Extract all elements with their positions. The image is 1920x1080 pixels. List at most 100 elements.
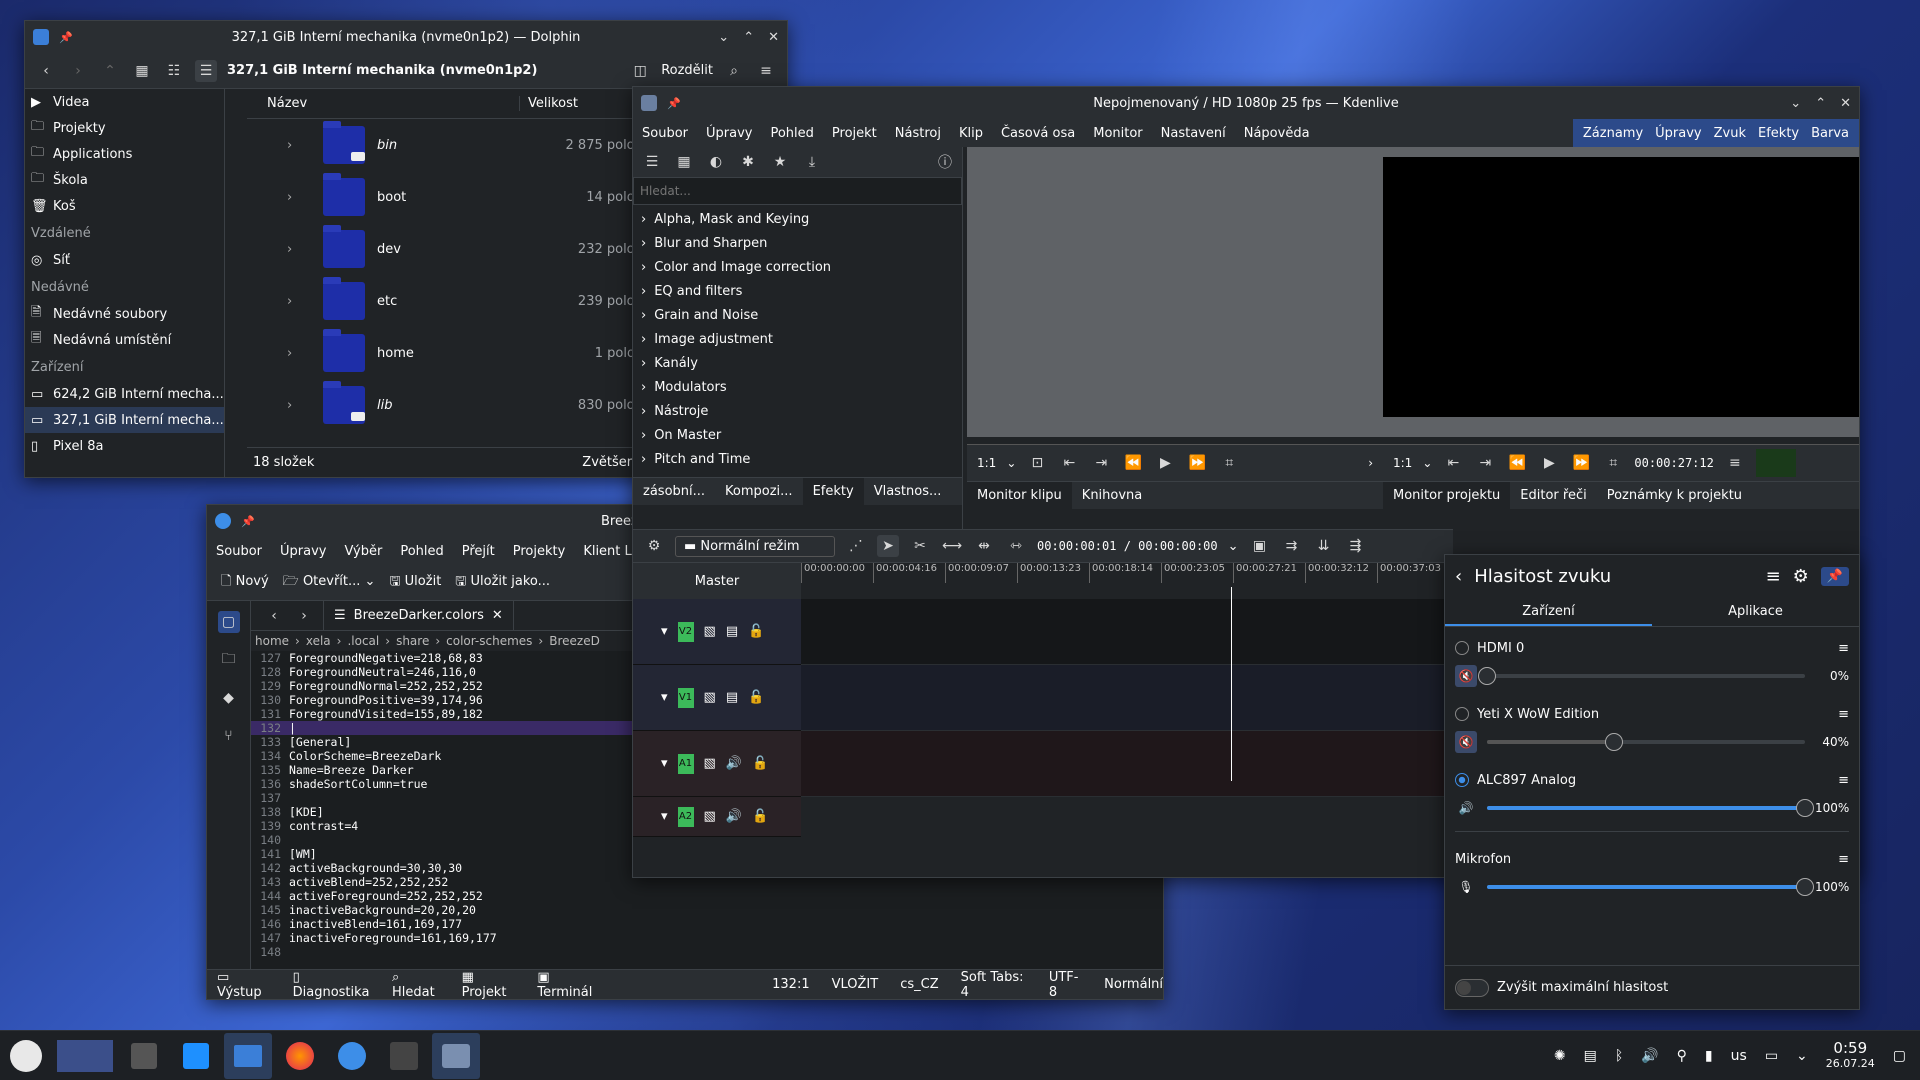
forward-icon[interactable]: › bbox=[293, 605, 315, 627]
audio-tab[interactable]: Aplikace bbox=[1652, 597, 1859, 626]
timeline-row-v1[interactable] bbox=[801, 665, 1453, 731]
timeline-row-v2[interactable] bbox=[801, 599, 1453, 665]
dictionary[interactable]: cs_CZ bbox=[900, 977, 938, 992]
breadcrumb-item[interactable]: share bbox=[396, 634, 429, 648]
mic-volume-knob[interactable] bbox=[1796, 878, 1814, 896]
collapse-icon[interactable]: ▾ bbox=[661, 756, 668, 771]
sidebar-item[interactable]: ◎ Síť bbox=[25, 247, 224, 273]
default-device-radio[interactable] bbox=[1455, 707, 1469, 721]
expand-chevron-icon[interactable]: › bbox=[287, 294, 292, 309]
track-header[interactable]: ▾ V2 ▧ ▤ 🔓 bbox=[633, 599, 801, 665]
muted-speaker-icon[interactable]: 🔇 bbox=[1455, 665, 1477, 687]
documents-icon[interactable]: ▢ bbox=[217, 611, 240, 633]
spacer-icon[interactable]: ⟷ bbox=[941, 535, 963, 557]
kate-app-icon[interactable] bbox=[215, 513, 231, 529]
save-as-button[interactable]: 🖫 Uložit jako... bbox=[455, 572, 550, 594]
volume-slider[interactable] bbox=[1487, 799, 1814, 817]
menu-item[interactable]: Klient L bbox=[574, 544, 640, 559]
keyboard-layout[interactable]: us bbox=[1731, 1048, 1747, 1064]
pin-icon[interactable]: 📌 bbox=[1820, 566, 1849, 586]
collapse-icon[interactable]: ▾ bbox=[661, 690, 668, 705]
menu-item[interactable]: Časová osa bbox=[992, 126, 1084, 141]
speaker-icon[interactable]: 🔊 bbox=[726, 809, 742, 824]
taskbar-dolphin[interactable] bbox=[224, 1032, 272, 1079]
details-view-icon[interactable]: ☰ bbox=[195, 59, 217, 82]
clip-zoom[interactable]: 1:1 bbox=[977, 456, 996, 470]
menu-item[interactable]: Úpravy bbox=[697, 126, 761, 141]
pin-icon[interactable]: 📌 bbox=[241, 515, 255, 528]
new-button[interactable]: 🗋 Nový bbox=[221, 572, 269, 594]
configure-icon[interactable]: ⚙ bbox=[1793, 566, 1809, 587]
effect-icon[interactable]: ▧ bbox=[704, 624, 716, 639]
set-in-icon[interactable]: ⇤ bbox=[1442, 452, 1464, 474]
forward-icon[interactable]: ⏩ bbox=[1186, 452, 1208, 474]
sidebar-item[interactable]: 🗀 Applications bbox=[25, 141, 224, 167]
fit-icon[interactable]: ⊡ bbox=[1026, 452, 1048, 474]
track-badge[interactable]: A1 bbox=[677, 753, 694, 774]
menu-item[interactable]: Klip bbox=[950, 126, 992, 141]
menu-item[interactable]: Pohled bbox=[391, 544, 452, 559]
project-monitor-view[interactable] bbox=[1383, 157, 1859, 417]
film-icon[interactable]: ▤ bbox=[726, 624, 738, 639]
effects-search-input[interactable] bbox=[633, 177, 962, 205]
pin-icon[interactable]: 📌 bbox=[59, 31, 73, 44]
location-bar[interactable]: 327,1 GiB Interní mechanika (nvme0n1p2) bbox=[227, 63, 537, 78]
clip-monitor-view[interactable] bbox=[967, 147, 1383, 437]
play-icon[interactable]: ▶ bbox=[1538, 452, 1560, 474]
breadcrumb-item[interactable]: xela bbox=[306, 634, 331, 648]
input-mode[interactable]: VLOŽIT bbox=[832, 977, 879, 992]
download-icon[interactable]: ⤓ bbox=[801, 151, 823, 173]
indent-mode[interactable]: Soft Tabs: 4 bbox=[961, 970, 1027, 1000]
list-icon[interactable]: ☰ bbox=[641, 151, 663, 173]
sidebar-item[interactable]: ▭ 327,1 GiB Interní mecha... bbox=[25, 407, 224, 433]
battery-icon[interactable]: ▮ bbox=[1705, 1048, 1713, 1064]
layout-tab[interactable]: Efekty bbox=[1752, 126, 1805, 141]
effect-category[interactable]: › Color and Image correction bbox=[633, 255, 962, 279]
speaker-icon[interactable]: 🔊 bbox=[1455, 797, 1477, 819]
volume-slider[interactable] bbox=[1478, 667, 1805, 685]
favorite-icon[interactable]: ★ bbox=[769, 151, 791, 173]
dolphin-titlebar[interactable]: 📌 327,1 GiB Interní mechanika (nvme0n1p2… bbox=[25, 21, 787, 53]
default-device-radio[interactable] bbox=[1455, 773, 1469, 787]
slip-icon[interactable]: ⇿ bbox=[1005, 535, 1027, 557]
layout-tab[interactable]: Záznamy bbox=[1577, 126, 1649, 141]
encoding[interactable]: UTF-8 bbox=[1049, 970, 1082, 1000]
sidebar-item[interactable]: ▶ Videa bbox=[25, 89, 224, 115]
menu-item[interactable]: Pohled bbox=[761, 126, 822, 141]
bluetooth-icon[interactable]: ᛒ bbox=[1615, 1048, 1623, 1064]
effect-category[interactable]: › Image adjustment bbox=[633, 327, 962, 351]
playhead[interactable] bbox=[1231, 587, 1233, 781]
forward-icon[interactable]: › bbox=[67, 60, 89, 82]
maximize-icon[interactable]: ⌃ bbox=[743, 30, 754, 45]
dolphin-app-icon[interactable] bbox=[33, 29, 49, 45]
mic-volume-slider[interactable] bbox=[1487, 878, 1814, 896]
overwrite-icon[interactable]: ⇊ bbox=[1313, 535, 1335, 557]
lock-icon[interactable]: 🔓 bbox=[752, 756, 768, 771]
track-badge[interactable]: A2 bbox=[677, 806, 694, 827]
expand-chevron-icon[interactable]: › bbox=[287, 346, 292, 361]
sidebar-item[interactable]: 🗑 Koš bbox=[25, 193, 224, 219]
lock-icon[interactable]: 🔓 bbox=[748, 624, 764, 639]
timeline-ruler[interactable]: 00:00:00:00 00:00:04:16 00:00:09:07 00:00:1… bbox=[801, 563, 1453, 599]
taskbar-firefox[interactable] bbox=[276, 1033, 324, 1079]
rewind-icon[interactable]: ⏪ bbox=[1122, 452, 1144, 474]
sidebar-item[interactable]: 🗀 Škola bbox=[25, 167, 224, 193]
snap-icon[interactable]: ⋰ bbox=[845, 535, 867, 557]
effect-category[interactable]: › Alpha, Mask and Keying bbox=[633, 207, 962, 231]
film-icon[interactable]: ▤ bbox=[726, 690, 738, 705]
icons-view-icon[interactable]: ▦ bbox=[131, 60, 153, 82]
volume-knob[interactable] bbox=[1605, 733, 1624, 751]
menu-item[interactable]: Úpravy bbox=[271, 544, 335, 559]
sidebar-item[interactable]: 🗏 Nedávná umístění bbox=[25, 327, 224, 353]
volume-knob[interactable] bbox=[1478, 667, 1496, 685]
effect-icon[interactable]: ▧ bbox=[704, 809, 716, 824]
video-effect-icon[interactable]: ▦ bbox=[673, 151, 695, 173]
breadcrumb-item[interactable]: color-schemes bbox=[446, 634, 532, 648]
info-icon[interactable]: ⓘ bbox=[934, 151, 956, 173]
dock-tab[interactable]: Monitor klipu bbox=[967, 481, 1072, 510]
kdenlive-titlebar[interactable]: 📌 Nepojmenovaný / HD 1080p 25 fps — Kden… bbox=[633, 87, 1859, 119]
filesystem-icon[interactable]: 🗀 bbox=[218, 649, 240, 671]
close-icon[interactable]: ✕ bbox=[1840, 96, 1851, 111]
effect-category[interactable]: › On Master bbox=[633, 423, 962, 447]
menu-item[interactable]: Nastavení bbox=[1152, 126, 1235, 141]
